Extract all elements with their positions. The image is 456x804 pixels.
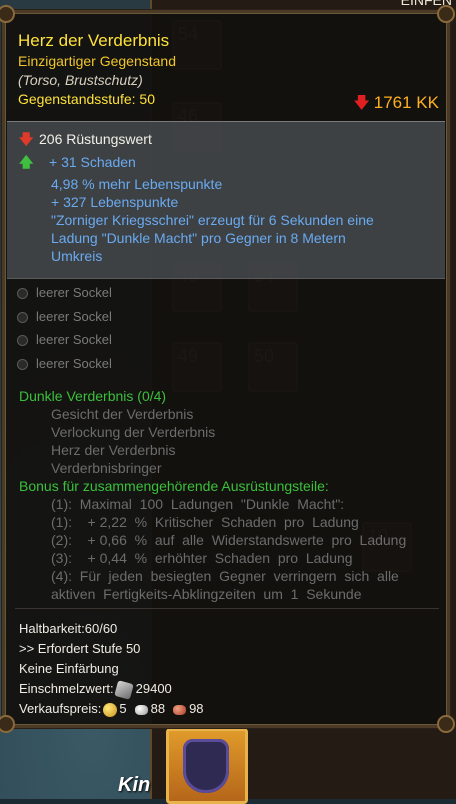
socket-label: leerer Sockel: [36, 308, 112, 324]
socket-icon: [17, 358, 28, 370]
smelt-amount: 29400: [135, 681, 172, 696]
damage-value: + 31 Schaden: [49, 154, 136, 170]
armor-stat: 🡇 206 Rüstungswert: [19, 130, 152, 148]
set-item: Verderbnisbringer: [51, 460, 162, 476]
item-slot: (Torso, Brustschutz): [18, 72, 143, 88]
down-arrow-icon: 🡇: [353, 95, 370, 112]
socket-label: leerer Sockel: [36, 332, 112, 347]
set-bonus-title: Bonus für zusammengehörende Ausrüstungst…: [19, 478, 329, 494]
sell-label: Verkaufspreis:: [19, 701, 102, 716]
extra-stat: 4,98 % mehr Lebenspunkte: [51, 176, 223, 192]
extra-stat: Umkreis: [51, 248, 103, 264]
socket-label: leerer Sockel: [36, 285, 112, 300]
set-info: Dunkle Verderbnis (0/4) Gesicht der Verd…: [19, 387, 439, 603]
sell-price: Verkaufspreis: 5 88 98: [19, 699, 439, 719]
dye-status: Keine Einfärbung: [19, 661, 119, 676]
copper-coin-icon: [173, 704, 187, 715]
set-bonus-line: (1): Maximal 100 Ladungen "Dunkle Macht"…: [51, 496, 345, 512]
set-title: Dunkle Verderbnis (0/4): [19, 388, 167, 404]
up-arrow-icon: 🡅: [19, 154, 34, 170]
gold-coin-icon: [103, 702, 118, 717]
socket-list: leerer Sockel leerer Sockel leerer Socke…: [17, 281, 112, 375]
price-value: 1761 KK: [373, 93, 439, 112]
tooltip-footer: Haltbarkeit:60/60 >> Erfordert Stufe 50 …: [19, 619, 439, 719]
silver-coin-icon: [134, 704, 148, 715]
set-bonus-line: (1): + 2,22 % Kritischer Schaden pro Lad…: [51, 514, 359, 530]
corner-ornament-icon: [0, 5, 15, 23]
damage-stat: 🡅 + 31 Schaden: [19, 153, 136, 171]
set-item: Verlockung der Verderbnis: [51, 424, 216, 440]
smelt-icon: [113, 679, 134, 700]
set-item: Herz der Verderbnis: [51, 442, 176, 458]
socket-icon: [17, 335, 28, 347]
chest-armor-icon: [183, 739, 229, 793]
character-name: Kin: [118, 774, 151, 796]
level-requirement: >> Erfordert Stufe 50: [19, 641, 141, 656]
silver-amount: 88: [150, 701, 166, 716]
set-item: Gesicht der Verderbnis: [51, 406, 194, 422]
durability: Haltbarkeit:60/60: [19, 621, 118, 636]
socket-icon: [17, 311, 28, 323]
socket-icon: [17, 288, 28, 300]
set-bonus-line: aktiven Fertigkeits-Abklingzeiten um 1 S…: [51, 586, 362, 602]
item-rarity: Einzigartiger Gegenstand: [18, 53, 176, 69]
item-price: 🡇 1761 KK: [353, 92, 439, 119]
corner-ornament-icon: [437, 5, 455, 23]
extra-stat: "Zorniger Kriegsschrei" erzeugt für 6 Se…: [51, 212, 374, 228]
divider: [15, 608, 439, 609]
item-name: Herz der Verderbnis: [18, 31, 170, 50]
set-bonus-line: (2): + 0,66 % auf alle Widerstandswerte …: [51, 532, 407, 548]
set-bonus-line: (4): Für jeden besiegten Gegner verringe…: [51, 568, 399, 584]
gold-amount: 5: [119, 701, 127, 716]
item-tooltip: Herz der Verderbnis Einzigartiger Gegens…: [0, 5, 455, 733]
socket-slot: leerer Sockel: [17, 352, 112, 376]
socket-slot: leerer Sockel: [17, 281, 112, 305]
extra-stat: + 327 Lebenspunkte: [51, 194, 179, 210]
equipped-chest-armor-slot[interactable]: [166, 728, 248, 804]
stats-box: 🡇 206 Rüstungswert 🡅 + 31 Schaden 4,98 % m…: [7, 121, 445, 279]
socket-slot: leerer Sockel: [17, 305, 112, 329]
down-arrow-icon: 🡇: [19, 131, 34, 147]
copper-amount: 98: [189, 701, 204, 716]
socket-label: leerer Sockel: [36, 355, 112, 371]
corner-ornament-icon: [437, 715, 455, 733]
extra-stat: Ladung "Dunkle Macht" pro Gegner in 8 Me…: [51, 230, 346, 246]
socket-slot: leerer Sockel: [17, 328, 112, 352]
smelt-value: Einschmelzwert: 29400: [19, 679, 439, 700]
armor-value: 206 Rüstungswert: [39, 131, 152, 147]
smelt-label: Einschmelzwert:: [19, 681, 114, 696]
set-bonus-line: (3): + 0,44 % erhöhter Schaden pro Ladun…: [51, 550, 353, 566]
